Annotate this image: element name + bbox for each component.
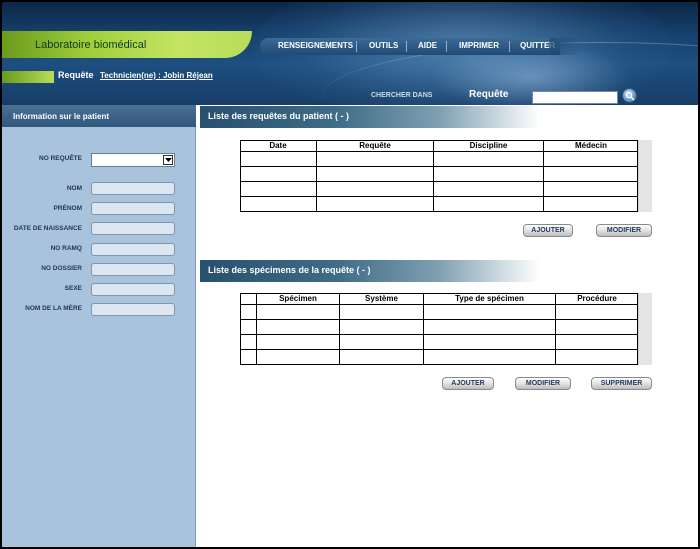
table-row xyxy=(240,364,638,365)
birth-date-field[interactable] xyxy=(91,222,175,235)
first-name-label: PRÉNOM xyxy=(53,205,82,212)
table-row xyxy=(240,334,638,335)
menu-tail-decoration xyxy=(550,38,580,55)
no-request-label: NO REQUÊTE xyxy=(39,155,82,162)
specimens-table: Spécimen Système Type de spécimen Procéd… xyxy=(240,293,652,365)
column-divider xyxy=(637,140,638,212)
search-input[interactable] xyxy=(532,91,618,104)
table-row xyxy=(240,151,638,152)
technician-link[interactable]: Technicien(ne) : Jobin Réjean xyxy=(100,71,213,80)
file-number-label: NO DOSSIER xyxy=(41,265,82,272)
dropdown-arrow[interactable] xyxy=(163,155,173,165)
column-header-date[interactable]: Date xyxy=(240,140,316,151)
app-window: Laboratoire biomédical RENSEIGNEMENTS OU… xyxy=(0,0,700,549)
column-header-physician[interactable]: Médecin xyxy=(544,140,638,151)
requests-section-header: Liste des requêtes du patient ( - ) xyxy=(200,106,540,128)
column-header-procedure[interactable]: Procédure xyxy=(556,293,638,304)
column-divider xyxy=(543,140,544,212)
file-number-field[interactable] xyxy=(91,263,175,276)
table-row xyxy=(240,211,638,212)
vertical-scrollbar[interactable] xyxy=(638,140,652,212)
column-divider xyxy=(316,140,317,212)
column-header-system[interactable]: Système xyxy=(340,293,423,304)
column-header-request[interactable]: Requête xyxy=(317,140,433,151)
table-border xyxy=(240,140,638,141)
column-divider xyxy=(423,293,424,365)
specimens-section-header: Liste des spécimens de la requête ( - ) xyxy=(200,260,540,282)
column-header-specimen[interactable]: Spécimen xyxy=(257,293,339,304)
column-header-discipline[interactable]: Discipline xyxy=(434,140,543,151)
column-divider xyxy=(256,293,257,365)
modify-specimen-button[interactable]: MODIFIER xyxy=(515,377,571,390)
table-row xyxy=(240,166,638,167)
menu-separator xyxy=(446,41,447,52)
mother-name-label: NOM DE LA MÈRE xyxy=(25,305,82,312)
table-row xyxy=(240,349,638,350)
menu-imprimer[interactable]: IMPRIMER xyxy=(459,41,499,50)
table-row xyxy=(240,181,638,182)
modify-request-button[interactable]: MODIFIER xyxy=(596,224,652,237)
page-title: Requête xyxy=(58,70,94,80)
menu-separator xyxy=(509,41,510,52)
sidebar-title: Information sur le patient xyxy=(13,112,110,121)
chevron-down-icon xyxy=(165,158,172,162)
app-title: Laboratoire biomédical xyxy=(35,39,147,51)
delete-specimen-button[interactable]: SUPPRIMER xyxy=(591,377,652,390)
column-divider xyxy=(555,293,556,365)
menu-separator xyxy=(356,41,357,52)
sex-field[interactable] xyxy=(91,283,175,296)
sidebar-header: Information sur le patient xyxy=(2,105,196,127)
table-border xyxy=(240,140,241,212)
column-divider xyxy=(637,293,638,365)
table-border xyxy=(240,293,241,365)
menu-outils[interactable]: OUTILS xyxy=(369,41,398,50)
menu-separator xyxy=(406,41,407,52)
add-request-button[interactable]: AJOUTER xyxy=(523,224,573,237)
search-in-label: CHERCHER DANS xyxy=(371,92,433,99)
add-specimen-button[interactable]: AJOUTER xyxy=(442,377,494,390)
magnifier-icon xyxy=(625,91,635,101)
no-request-select[interactable] xyxy=(91,153,175,167)
search-button[interactable] xyxy=(622,88,637,103)
column-header-specimen-type[interactable]: Type de spécimen xyxy=(424,293,555,304)
table-row xyxy=(240,196,638,197)
requests-table: Date Requête Discipline Médecin xyxy=(240,140,652,212)
main-menu: RENSEIGNEMENTS OUTILS AIDE IMPRIMER QUIT… xyxy=(260,38,560,55)
ramq-label: NO RAMQ xyxy=(50,245,82,252)
title-accent-bar xyxy=(2,71,54,83)
patient-info-sidebar: Information sur le patient NO REQUÊTE NO… xyxy=(2,105,196,547)
specimens-section-title: Liste des spécimens de la requête ( - ) xyxy=(208,265,371,275)
search-target-label: Requête xyxy=(469,89,509,100)
header-banner: Laboratoire biomédical RENSEIGNEMENTS OU… xyxy=(2,2,698,105)
first-name-field[interactable] xyxy=(91,202,175,215)
sex-label: SEXE xyxy=(64,285,82,292)
table-border xyxy=(240,293,638,294)
mother-name-field[interactable] xyxy=(91,303,175,316)
column-divider xyxy=(433,140,434,212)
menu-aide[interactable]: AIDE xyxy=(418,41,437,50)
birth-date-label: DATE DE NAISSANCE xyxy=(13,225,82,232)
table-row xyxy=(240,319,638,320)
menu-renseignements[interactable]: RENSEIGNEMENTS xyxy=(278,41,353,50)
column-divider xyxy=(339,293,340,365)
last-name-field[interactable] xyxy=(91,182,175,195)
ramq-field[interactable] xyxy=(91,243,175,256)
table-row xyxy=(240,304,638,305)
requests-section-title: Liste des requêtes du patient ( - ) xyxy=(208,111,350,121)
vertical-scrollbar[interactable] xyxy=(638,293,652,365)
column-header-row-selector xyxy=(240,293,256,304)
last-name-label: NOM xyxy=(66,185,82,192)
